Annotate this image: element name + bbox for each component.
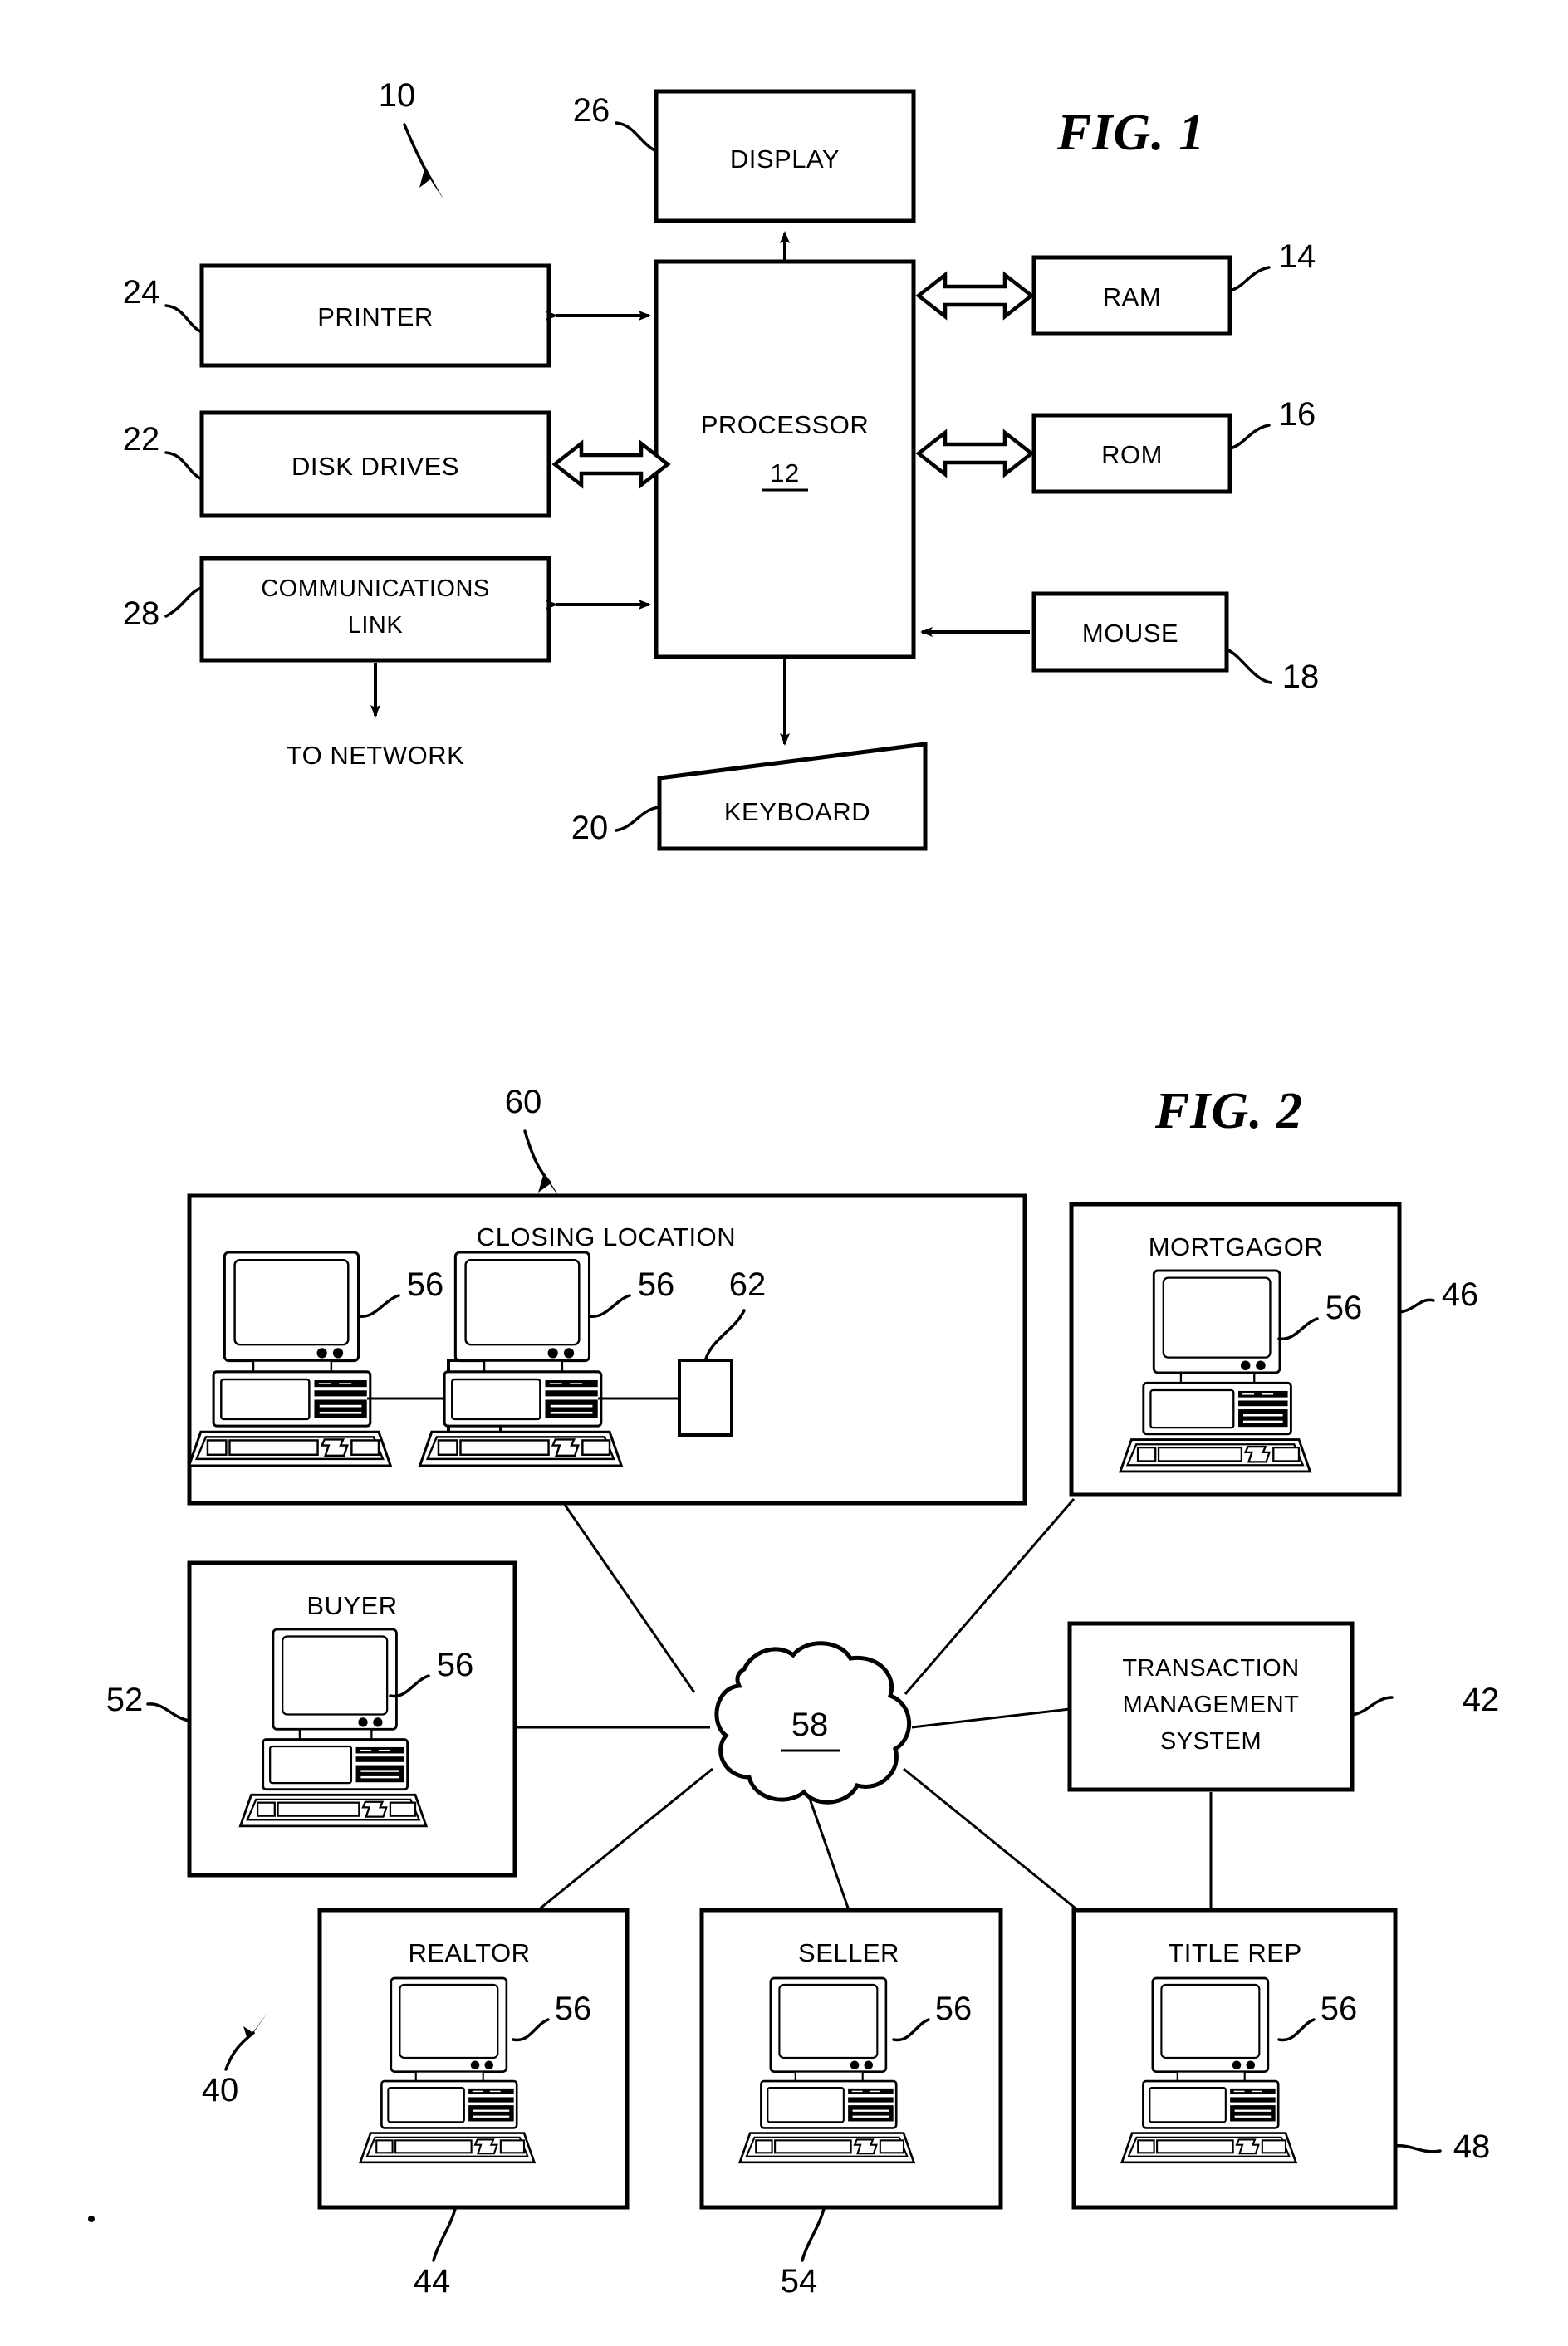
figure-2-title: FIG. 2 xyxy=(1154,1083,1303,1139)
block-realtor-label: REALTOR xyxy=(408,1938,530,1967)
block-mortgagor-label: MORTGAGOR xyxy=(1149,1232,1324,1261)
block-processor-label: PROCESSOR xyxy=(701,410,870,439)
block-comm-label-line1: COMMUNICATIONS xyxy=(261,575,490,602)
ref-60: 60 xyxy=(505,1084,542,1120)
ref-18: 18 xyxy=(1282,659,1320,695)
block-seller-label: SELLER xyxy=(798,1938,899,1967)
ref-56-closing-2: 56 xyxy=(638,1266,675,1303)
block-tms-label-line3: SYSTEM xyxy=(1160,1728,1262,1755)
link-network-seller xyxy=(808,1798,850,1911)
ref-52: 52 xyxy=(106,1682,144,1718)
ref-40: 40 xyxy=(202,2072,239,2108)
ref-44: 44 xyxy=(414,2263,451,2299)
link-processor-ram xyxy=(915,271,1035,321)
block-network-label: 58 xyxy=(791,1707,829,1743)
link-network-titlerep xyxy=(903,1767,1080,1913)
block-device-62-2 xyxy=(678,1359,733,1437)
ref-56-closing-1: 56 xyxy=(407,1266,444,1303)
figure-2-group: FIG. 2 60 CLOSING LOCATION 56 56 62 MORT… xyxy=(88,1083,1499,2299)
ref-42: 42 xyxy=(1463,1682,1500,1718)
ref-28: 28 xyxy=(123,595,160,632)
ref-26: 26 xyxy=(573,92,610,129)
block-printer-label: PRINTER xyxy=(317,302,434,331)
block-comm-label-line2: LINK xyxy=(348,612,404,639)
block-ram-label: RAM xyxy=(1103,282,1161,311)
figure-1-title: FIG. 1 xyxy=(1056,105,1205,161)
ref-10: 10 xyxy=(379,77,416,114)
block-keyboard-label: KEYBOARD xyxy=(724,797,870,826)
block-tms-label-line1: TRANSACTION xyxy=(1122,1655,1299,1682)
figure-1-group: FIG. 1 10 DISPLAY 26 PROCESSOR 12 PRINTE… xyxy=(123,77,1320,851)
block-keyboard xyxy=(657,742,928,851)
block-mouse-label: MOUSE xyxy=(1082,619,1178,648)
annotation-to-network: TO NETWORK xyxy=(287,741,465,770)
block-buyer-label: BUYER xyxy=(306,1591,397,1620)
ref-46: 46 xyxy=(1442,1276,1479,1313)
ref-56-buyer: 56 xyxy=(437,1647,474,1683)
ref-16: 16 xyxy=(1279,396,1316,433)
patent-figures-svg: FIG. 1 10 DISPLAY 26 PROCESSOR 12 PRINTE… xyxy=(88,77,1499,2299)
block-title-rep-label: TITLE REP xyxy=(1168,1938,1301,1967)
block-tms-label-line2: MANAGEMENT xyxy=(1123,1692,1300,1718)
link-processor-rom xyxy=(915,429,1035,478)
link-disk-processor xyxy=(551,439,671,489)
block-network-cloud: 58 xyxy=(714,1641,911,1805)
block-closing-location-label: CLOSING LOCATION xyxy=(477,1222,736,1251)
ref-56-mortgagor: 56 xyxy=(1325,1290,1363,1326)
link-network-tms xyxy=(911,1707,1071,1729)
ref-62-2: 62 xyxy=(729,1266,767,1303)
block-rom-label: ROM xyxy=(1101,440,1163,469)
patent-drawing-sheet: FIG. 1 10 DISPLAY 26 PROCESSOR 12 PRINTE… xyxy=(0,0,1568,2346)
block-disk-drives-label: DISK DRIVES xyxy=(292,452,459,481)
ref-22: 22 xyxy=(123,421,160,458)
link-network-realtor xyxy=(537,1767,713,1912)
ref-48: 48 xyxy=(1453,2128,1491,2165)
block-display-label: DISPLAY xyxy=(730,144,840,174)
ref-54: 54 xyxy=(781,2263,818,2299)
ref-14: 14 xyxy=(1279,238,1316,275)
block-processor-ref: 12 xyxy=(770,458,799,487)
ref-56-seller: 56 xyxy=(935,1991,973,2027)
ref-56-realtor: 56 xyxy=(555,1991,592,2027)
scan-artifact-dot xyxy=(88,2216,95,2222)
link-network-mortgagor xyxy=(904,1498,1076,1695)
ref-56-titlerep: 56 xyxy=(1321,1991,1358,2027)
ref-20: 20 xyxy=(571,810,609,846)
ref-24: 24 xyxy=(123,274,160,311)
block-communications-link xyxy=(199,556,551,663)
link-network-closing xyxy=(563,1504,696,1693)
